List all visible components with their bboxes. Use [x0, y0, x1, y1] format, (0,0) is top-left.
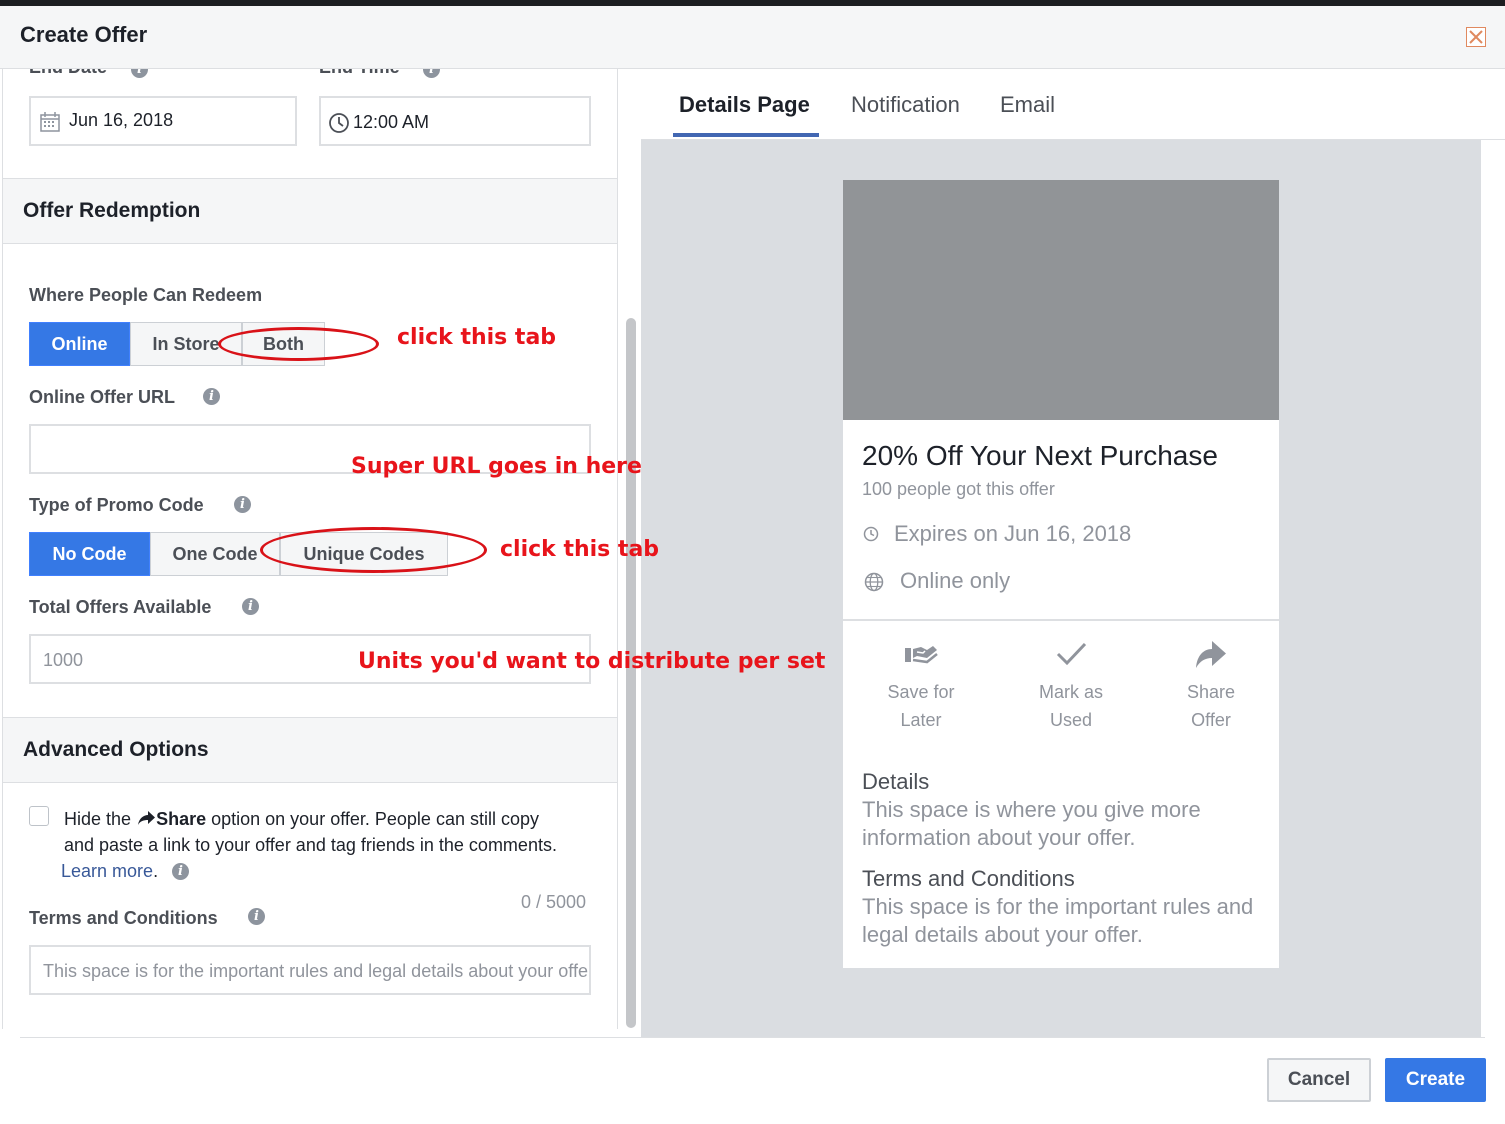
info-icon[interactable]: i	[242, 598, 259, 615]
tab-online[interactable]: Online	[29, 322, 130, 366]
mark-as-used-action[interactable]: Mark as Used	[1021, 636, 1121, 736]
active-tab-indicator	[673, 133, 819, 137]
terms-placeholder: This space is for the important rules an…	[43, 961, 591, 981]
end-time-value: 12:00 AM	[353, 112, 430, 132]
end-time-label: End Time	[319, 69, 400, 78]
offer-location: Online only	[900, 568, 1011, 593]
annotation-super-url: Super URL goes in here	[351, 454, 642, 479]
terms-heading: Terms and Conditions	[862, 866, 1075, 891]
details-heading: Details	[862, 769, 930, 794]
globe-icon	[864, 572, 884, 592]
offer-expires: Expires on Jun 16, 2018	[894, 521, 1132, 546]
offer-redemption-title: Offer Redemption	[23, 199, 201, 222]
action-line1: Mark as	[1038, 682, 1103, 702]
card-divider	[843, 619, 1279, 621]
terms-label: Terms and Conditions	[29, 908, 218, 928]
total-offers-label: Total Offers Available	[29, 597, 212, 617]
end-time-field[interactable]: 12:00 AM	[319, 96, 591, 146]
close-button[interactable]	[1466, 27, 1486, 47]
online-url-label: Online Offer URL	[29, 387, 176, 407]
footer-divider	[20, 1037, 1485, 1038]
clock-icon	[329, 113, 349, 133]
where-redeem-label: Where People Can Redeem	[29, 285, 263, 305]
dialog-header	[0, 6, 1505, 69]
annotation-units: Units you'd want to distribute per set	[358, 649, 826, 674]
offer-image-placeholder	[843, 180, 1279, 420]
terms-line2: legal details about your offer.	[862, 922, 1143, 947]
action-line1: Share	[1186, 682, 1236, 702]
learn-more-link[interactable]: Learn more.	[61, 858, 158, 884]
info-icon[interactable]: i	[131, 69, 148, 78]
hide-share-line2: and paste a link to your offer and tag f…	[64, 835, 557, 855]
tab-one-code[interactable]: One Code	[150, 532, 280, 576]
promo-code-label: Type of Promo Code	[29, 495, 204, 515]
terms-text: This space is for the important rules an…	[862, 893, 1253, 949]
advanced-options-title: Advanced Options	[23, 738, 209, 761]
save-for-later-label: Save for Later	[871, 678, 971, 734]
hide-share-bold: Share	[156, 809, 207, 829]
end-date-label: End Date	[29, 69, 107, 78]
details-line2: information about your offer.	[862, 825, 1136, 850]
annotation-click-unique: click this tab	[500, 537, 660, 562]
terms-line1: This space is for the important rules an…	[862, 894, 1254, 919]
tab-notification[interactable]: Notification	[851, 92, 960, 118]
action-line2: Offer	[1191, 710, 1231, 730]
offer-title: 20% Off Your Next Purchase	[862, 440, 1218, 471]
share-offer-action[interactable]: Share Offer	[1161, 636, 1261, 736]
share-arrow-icon	[1196, 641, 1226, 668]
mark-as-used-label: Mark as Used	[1021, 678, 1121, 734]
info-icon[interactable]: i	[203, 388, 220, 405]
info-icon[interactable]: i	[248, 908, 265, 925]
tab-details-page[interactable]: Details Page	[679, 92, 810, 118]
tab-email[interactable]: Email	[1000, 92, 1055, 118]
info-icon[interactable]: i	[423, 69, 440, 78]
create-button[interactable]: Create	[1385, 1058, 1486, 1102]
learn-more-text: Learn more	[61, 861, 154, 881]
annotation-click-both: click this tab	[397, 325, 557, 350]
hide-share-checkbox[interactable]	[29, 806, 49, 826]
end-date-value: Jun 16, 2018	[69, 110, 174, 130]
end-date-field[interactable]: Jun 16, 2018	[29, 96, 297, 146]
offer-subtitle: 100 people got this offer	[862, 479, 1055, 499]
offer-redemption-header: Offer Redemption	[3, 178, 617, 244]
share-offer-label: Share Offer	[1161, 678, 1261, 734]
char-count: 0 / 5000	[521, 892, 587, 912]
annotation-ellipse-both	[218, 327, 379, 361]
tab-no-code[interactable]: No Code	[29, 532, 150, 576]
calendar-icon	[40, 112, 60, 132]
advanced-options-header: Advanced Options	[3, 717, 617, 783]
details-text: This space is where you give more informa…	[862, 796, 1201, 852]
hide-share-description: Hide the Share option on your offer. Peo…	[64, 806, 604, 858]
terms-input[interactable]: This space is for the important rules an…	[29, 945, 591, 995]
close-icon	[1469, 30, 1483, 44]
cancel-button[interactable]: Cancel	[1267, 1058, 1371, 1102]
annotation-ellipse-unique	[260, 527, 487, 573]
details-line1: This space is where you give more	[862, 797, 1201, 822]
dialog-title: Create Offer	[20, 22, 148, 47]
action-line1: Save for	[887, 682, 955, 702]
info-icon[interactable]: i	[234, 496, 251, 513]
hide-share-prefix: Hide the	[64, 809, 132, 829]
save-for-later-action[interactable]: Save for Later	[871, 636, 971, 736]
checkmark-icon	[1056, 642, 1087, 666]
total-offers-placeholder: 1000	[43, 650, 84, 670]
info-icon[interactable]: i	[172, 863, 189, 880]
clock-icon	[863, 526, 879, 542]
action-line2: Later	[900, 710, 942, 730]
hide-share-line1-rest: option on your offer. People can still c…	[211, 809, 539, 829]
save-for-later-icon	[905, 646, 938, 664]
action-line2: Used	[1049, 710, 1093, 730]
share-arrow-icon	[138, 811, 156, 825]
